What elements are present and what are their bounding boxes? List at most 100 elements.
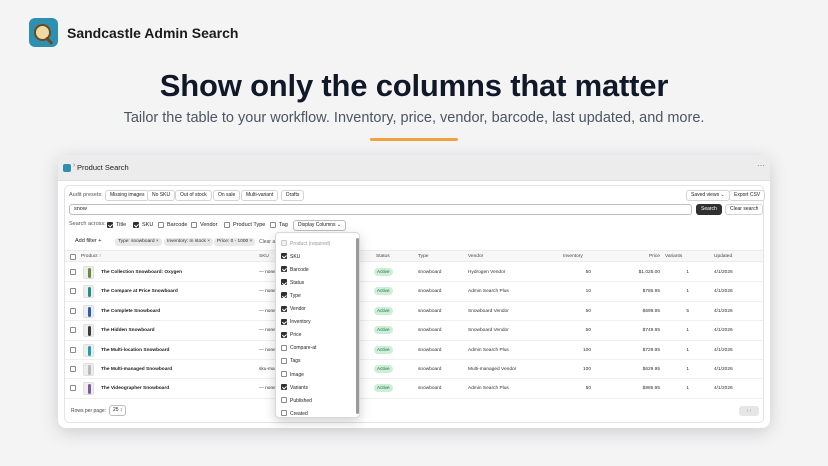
column-option[interactable]: Created [281,407,353,417]
table-row[interactable]: The Multi-location Snowboard — none Active… [65,341,763,360]
variants-cell: 1 [686,367,689,372]
filter-chip-price[interactable]: Price: 0 - 1000 × [214,238,256,246]
column-option-checkbox[interactable] [281,384,287,391]
updated-cell: 4/1/2026 [714,328,733,334]
column-option-label: Status [290,279,305,286]
column-option-checkbox[interactable] [281,397,287,404]
column-option[interactable]: Price [281,329,353,341]
column-option-checkbox[interactable] [281,266,287,273]
saved-views-button[interactable]: Saved views ⌄ [686,190,730,201]
export-csv-button[interactable]: Export CSV [729,190,766,201]
column-option-checkbox[interactable] [281,357,287,364]
column-header-price[interactable]: Price [649,254,660,259]
menu-scrollbar[interactable] [356,238,359,414]
row-checkbox[interactable] [70,288,76,295]
search-button[interactable]: Search [696,204,722,215]
product-name-link[interactable]: The Hidden Snowboard [101,328,155,333]
row-checkbox[interactable] [70,327,76,334]
column-option-checkbox[interactable] [281,344,287,351]
column-header-vendor[interactable]: Vendor [468,254,483,259]
column-option-checkbox[interactable] [281,305,287,312]
search-product-type-checkbox[interactable] [224,222,230,228]
product-name-link[interactable]: The Compare at Price Snowboard [101,289,178,294]
column-option-checkbox[interactable] [281,410,287,417]
type-cell: snowboard [418,386,442,392]
row-checkbox[interactable] [70,307,76,314]
column-option-checkbox[interactable] [281,253,287,260]
preset-missing-images-button[interactable]: Missing images [105,190,150,201]
preset-out-of-stock-button[interactable]: Out of stock [175,190,212,201]
search-title-checkbox[interactable] [107,222,113,228]
clear-search-button[interactable]: Clear search [725,204,764,215]
column-option-checkbox[interactable] [281,279,287,286]
display-columns-button[interactable]: Display Columns ⌄ [293,220,347,231]
preset-drafts-button[interactable]: Drafts [281,190,305,201]
search-barcode-checkbox[interactable] [158,222,164,228]
search-vendor-checkbox[interactable] [191,222,197,228]
preset-no-sku-button[interactable]: No SKU [147,190,176,201]
app-window: › Product Search ··· Audit presets: Miss… [58,155,770,428]
column-header-variants[interactable]: Variants [665,254,682,259]
snowboard-image-icon [87,326,91,337]
variants-cell: 1 [686,347,689,353]
vendor-cell: Hydrogen Vendor [468,270,506,275]
variants-cell: 1 [686,386,689,392]
row-checkbox[interactable] [70,385,76,392]
add-filter-button[interactable]: Add filter + [75,238,101,244]
rows-per-page-select[interactable]: 25 ↕ [109,405,127,416]
filter-chip-type[interactable]: Type: snowboard × [115,238,162,246]
product-name-link[interactable]: The Collection Snowboard: Oxygen [101,270,182,275]
column-option[interactable]: Published [281,394,353,406]
column-header-type[interactable]: Type [418,254,428,259]
search-sku-checkbox[interactable] [133,222,139,228]
vendor-cell: Admin Search Plus [468,386,509,392]
column-option[interactable]: Vendor [281,303,353,315]
column-header-sku[interactable]: SKU [259,254,269,259]
type-cell: snowboard [418,347,442,353]
product-name-link[interactable]: The Complete Snowboard [101,309,160,314]
product-name-link[interactable]: The Videographer Snowboard [101,386,169,391]
column-option[interactable]: Image [281,368,353,380]
select-all-checkbox[interactable] [70,253,76,260]
column-option[interactable]: Compare-at [281,342,353,354]
column-option[interactable]: Type [281,289,353,301]
row-checkbox[interactable] [70,366,76,372]
column-option-checkbox[interactable] [281,371,287,377]
column-option[interactable]: Tags [281,355,353,367]
search-tag-checkbox[interactable] [270,222,276,228]
snowboard-image-icon [87,287,91,298]
inventory-cell: 50 [585,270,591,275]
table-row[interactable]: The Compare at Price Snowboard — none Acti… [65,282,763,302]
more-options-icon[interactable]: ··· [757,161,765,170]
preset-on-sale-button[interactable]: On sale [213,190,241,201]
product-name-link[interactable]: The Multi-location Snowboard [101,348,170,353]
column-option[interactable]: Barcode [281,263,353,275]
search-input[interactable]: snow [69,204,692,215]
type-cell: snowboard [418,367,442,372]
table-row[interactable]: The Complete Snowboard — none Active snowbo… [65,302,763,322]
column-option-checkbox[interactable] [281,318,287,325]
column-header-status[interactable]: Status [376,254,390,259]
column-header-updated[interactable]: Updated [714,254,732,259]
table-row[interactable]: The Collection Snowboard: Oxygen — none Ac… [65,263,763,283]
row-checkbox[interactable] [70,346,76,353]
column-option[interactable]: SKU [281,250,353,262]
column-option[interactable]: Status [281,276,353,288]
preset-multi-variant-button[interactable]: Multi-variant [241,190,279,201]
table-row[interactable]: The Multi-managed Snowboard sku-ma Active s… [65,360,763,380]
column-header-inventory[interactable]: Inventory [563,254,583,259]
table-row[interactable]: The Hidden Snowboard — none Active snowboar… [65,321,763,341]
table-row[interactable]: The Videographer Snowboard — none Active sn… [65,379,763,399]
pagination-control[interactable]: ‹ › [739,406,759,416]
column-header-product[interactable]: Product ↑ [81,254,101,259]
snowboard-image-icon [87,365,91,375]
column-option[interactable]: Variants [281,381,353,393]
column-option[interactable]: Inventory [281,316,353,328]
column-option-checkbox[interactable] [281,292,287,299]
column-option-checkbox[interactable] [281,331,287,338]
variants-cell: 5 [686,308,689,314]
column-option-label: Type [290,292,301,299]
row-checkbox[interactable] [70,269,76,275]
product-name-link[interactable]: The Multi-managed Snowboard [101,367,172,372]
filter-chip-inventory[interactable]: Inventory: In stock × [164,238,214,246]
